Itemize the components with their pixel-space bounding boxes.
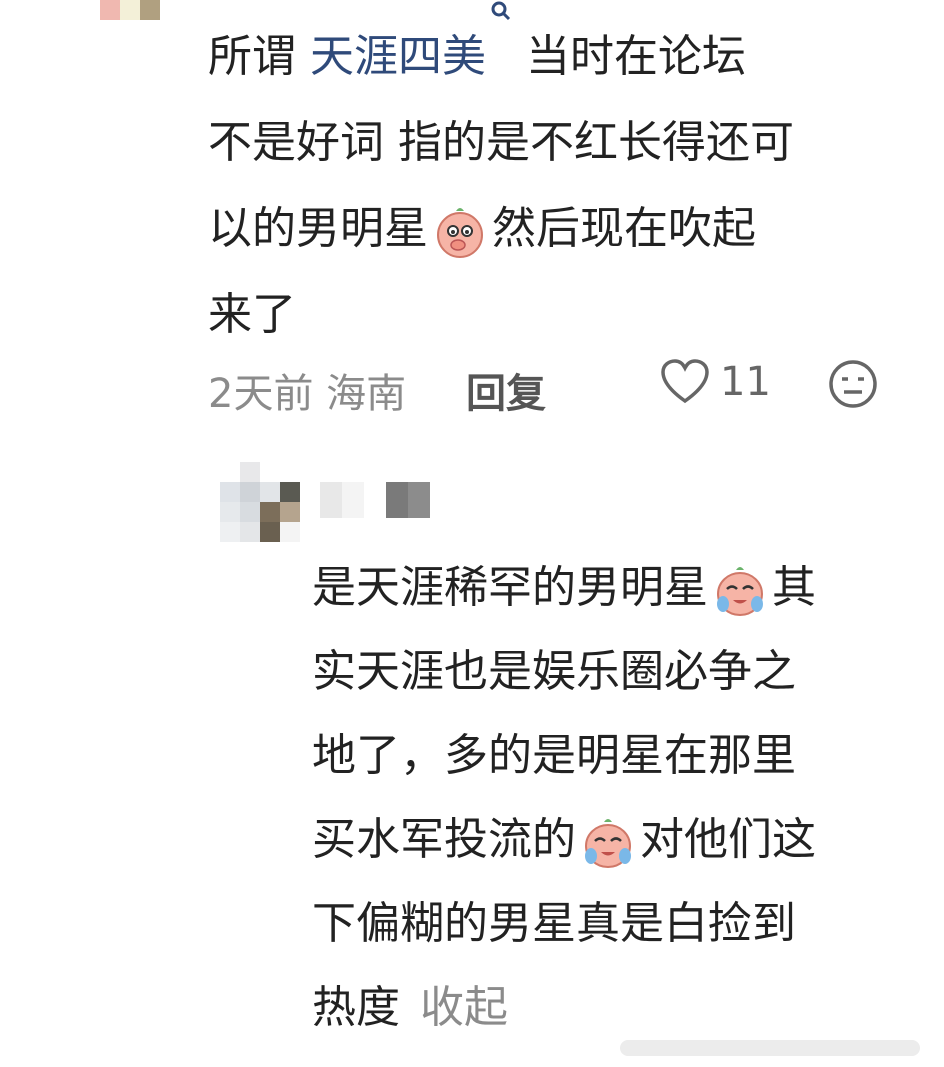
time-location: 2天前 海南	[208, 371, 407, 417]
heart-icon	[661, 359, 709, 404]
neutral-face-icon	[829, 360, 877, 408]
crying-face-emoji	[717, 567, 763, 616]
comment-line-1: 所谓 天涯四美 当时在论坛	[208, 1, 908, 100]
comment-line-2: 不是好词 指的是不红长得还可	[208, 117, 794, 168]
shy-face-emoji	[437, 208, 483, 258]
like-count: 11	[720, 359, 771, 405]
crying-face-emoji	[585, 819, 631, 868]
reply-line-2: 实天涯也是娱乐圈必争之	[312, 646, 796, 697]
reply-line-3: 地了，多的是明星在那里	[312, 730, 796, 781]
comment-line-3: 以的男明星 然后现在吹起	[208, 186, 908, 272]
reply-line-1: 是天涯稀罕的男明星其	[312, 546, 912, 630]
reply-line-6: 热度 收起	[312, 982, 508, 1033]
reply-text: 是天涯稀罕的男明星其 实天涯也是娱乐圈必争之 地了，多的是明星在那里 买水军投流…	[312, 546, 912, 1050]
comment-text: 所谓 天涯四美 当时在论坛 不是好词 指的是不红长得还可 以的男明星 然后现在吹起…	[208, 1, 908, 358]
search-icon	[491, 1, 511, 21]
bottom-overlay-bar	[620, 1040, 920, 1056]
topic-link[interactable]: 天涯四美	[310, 1, 512, 82]
reply-username[interactable]	[320, 482, 430, 518]
top-avatar[interactable]	[100, 0, 160, 20]
comment-meta: 2天前 海南 回复 11	[208, 355, 888, 417]
collapse-button[interactable]: 收起	[420, 982, 508, 1033]
reply-line-5: 下偏糊的男星真是白捡到	[312, 898, 796, 949]
dislike-button[interactable]	[828, 359, 878, 419]
reply-line-4: 买水军投流的 对他们这	[312, 798, 912, 882]
reply-button[interactable]: 回复	[466, 361, 546, 419]
reply-avatar[interactable]	[220, 462, 300, 542]
comment-line-4: 来了	[208, 289, 296, 340]
like-button[interactable]: 11	[660, 359, 771, 405]
